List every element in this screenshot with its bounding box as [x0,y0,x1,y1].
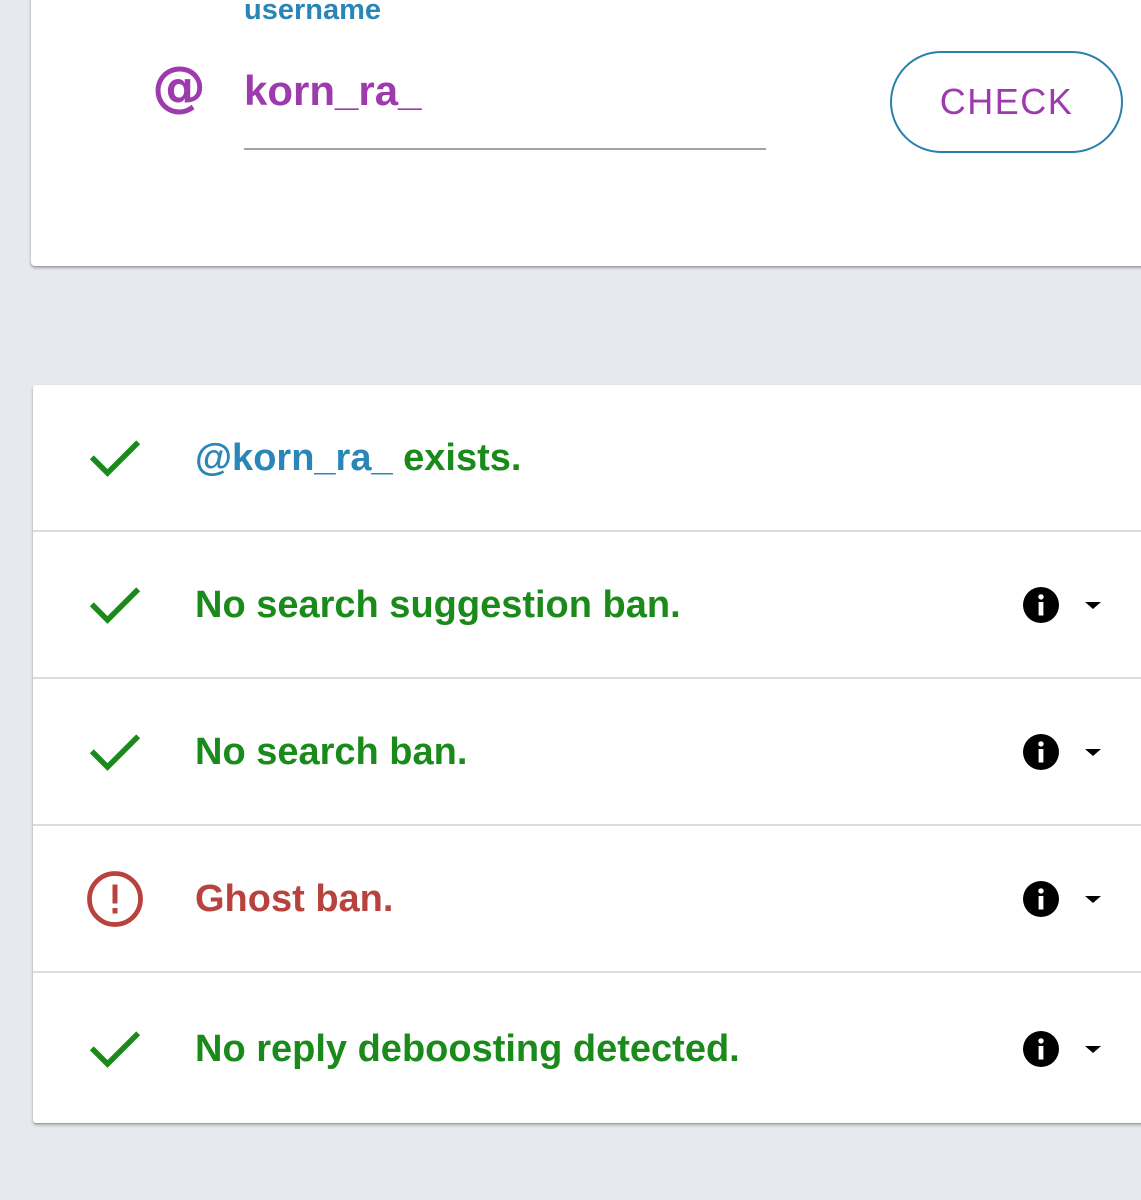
username-input[interactable] [244,62,766,150]
info-icon[interactable] [1023,733,1059,770]
at-sign-icon: @ [152,55,206,118]
result-text-exists: @korn_ra_ exists. [195,439,521,477]
result-text-reply-deboosting: No reply deboosting detected. [195,1027,740,1070]
check-button[interactable]: CHECK [890,51,1123,153]
chevron-down-icon[interactable] [1083,893,1103,905]
username-label: username [244,0,382,26]
warning-circle-icon [87,870,143,927]
checkmark-icon [89,1030,141,1068]
username-handle: @korn_ra_ [195,436,393,479]
info-icon[interactable] [1023,880,1059,917]
result-row-search-suggestion-ban[interactable]: No search suggestion ban. [33,532,1141,679]
info-icon[interactable] [1023,586,1059,623]
result-row-exists: @korn_ra_ exists. [33,385,1141,532]
checkmark-icon [89,586,141,624]
result-row-reply-deboosting[interactable]: No reply deboosting detected. [33,974,1141,1123]
result-row-ghost-ban[interactable]: Ghost ban. [33,826,1141,973]
info-icon[interactable] [1023,1030,1059,1067]
result-text-search-suggestion-ban: No search suggestion ban. [195,583,681,626]
chevron-down-icon[interactable] [1083,746,1103,758]
result-text-search-ban: No search ban. [195,730,468,773]
chevron-down-icon[interactable] [1083,1043,1103,1055]
exists-label: exists. [392,436,522,479]
search-card: username @ CHECK [31,0,1141,266]
results-card: @korn_ra_ exists. No search suggestion b… [33,385,1141,1123]
result-text-ghost-ban: Ghost ban. [195,877,394,920]
checkmark-icon [89,733,141,771]
chevron-down-icon[interactable] [1083,599,1103,611]
result-row-search-ban[interactable]: No search ban. [33,679,1141,826]
checkmark-icon [89,439,141,477]
